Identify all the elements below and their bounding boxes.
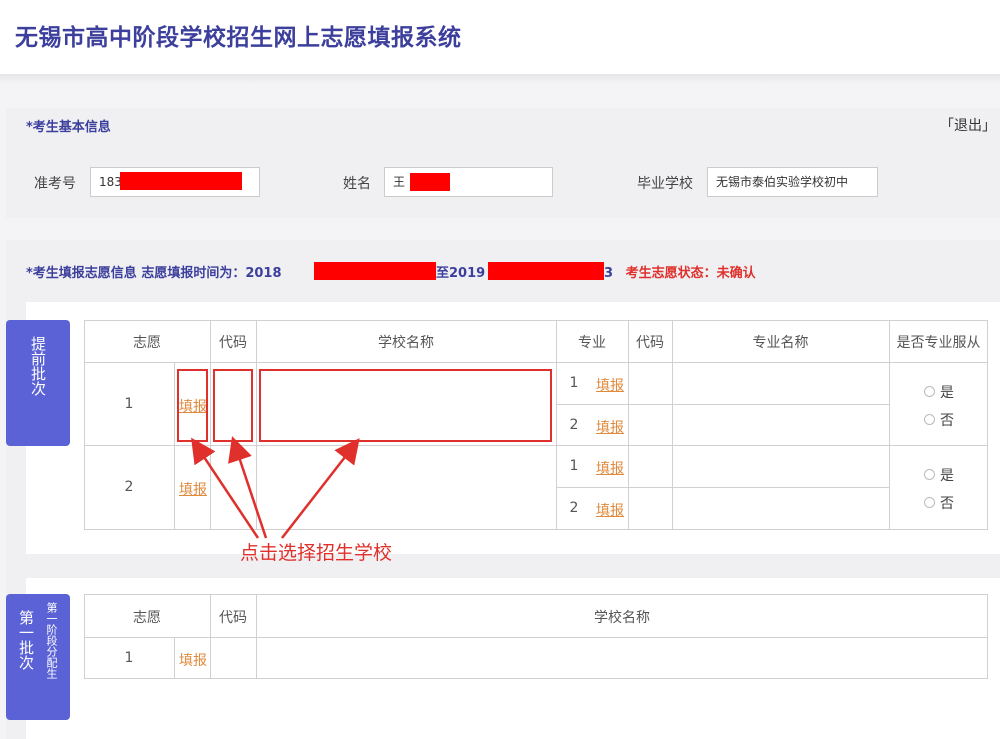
col-divider xyxy=(174,637,175,679)
tab-first-batch-label: 第一批次 xyxy=(17,610,35,670)
arrow-to-school-cell xyxy=(281,438,360,539)
fill-school-link[interactable]: 填报 xyxy=(179,650,207,670)
tab-first-batch[interactable]: 第一批次 第一阶段分配生 xyxy=(6,594,70,720)
arrow-to-fill-link xyxy=(191,437,260,539)
arrow-to-code-cell xyxy=(228,436,268,539)
row-divider xyxy=(84,637,988,638)
annotation-text: 点击选择招生学校 xyxy=(240,542,393,564)
header-code: 代码 xyxy=(219,610,247,626)
header-wish: 志愿 xyxy=(133,610,161,626)
header-school-name: 学校名称 xyxy=(594,610,650,626)
tab-first-batch-sublabel: 第一阶段分配生 xyxy=(45,602,58,679)
wish-no: 1 xyxy=(124,650,134,666)
